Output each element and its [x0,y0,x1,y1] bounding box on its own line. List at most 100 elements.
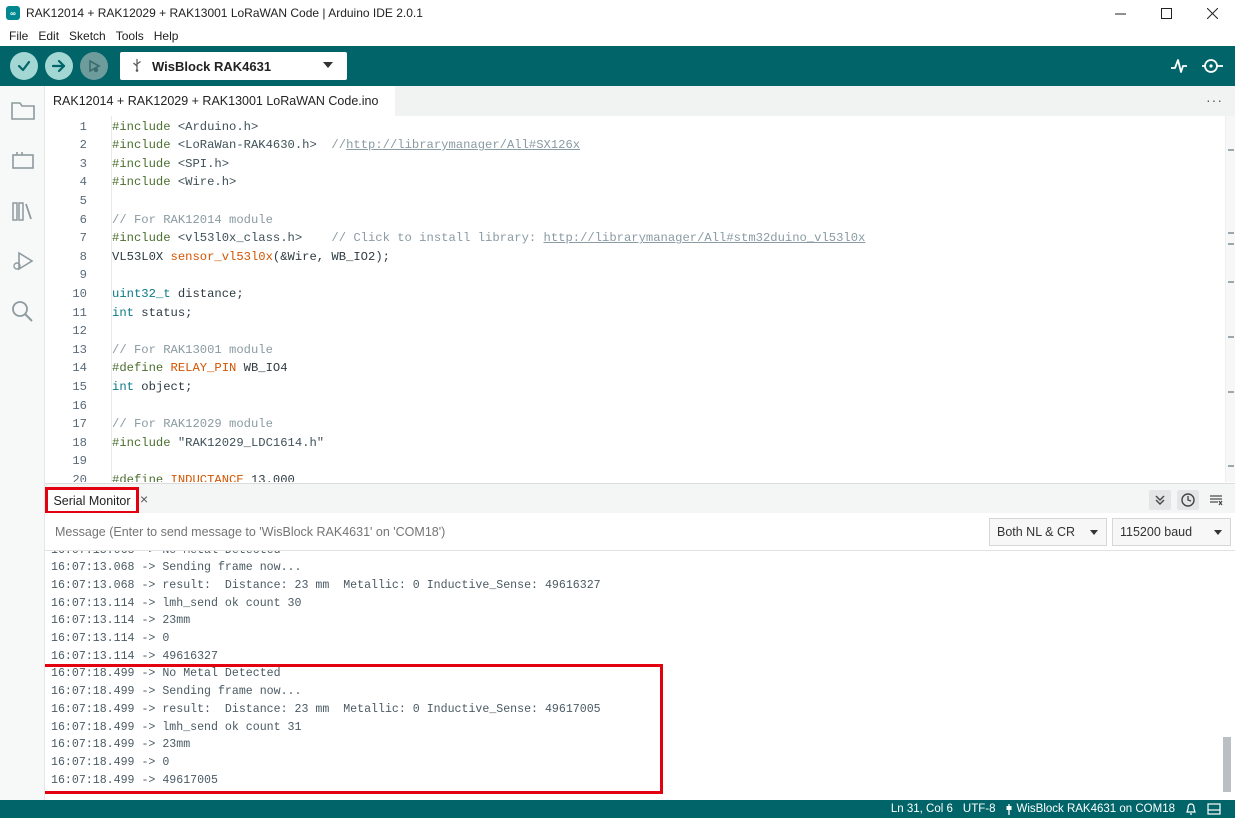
maximize-icon[interactable] [1143,0,1189,26]
close-icon[interactable] [1189,0,1235,26]
verify-button[interactable] [10,52,38,80]
code-line[interactable]: 7 #include <vl53l0x_class.h> // Click to … [45,229,1225,248]
tab-serial-monitor[interactable]: Serial Monitor [45,487,139,514]
debug-button[interactable] [80,52,108,80]
code-token: "RAK12029_LDC1614.h" [177,435,325,450]
line-number: 2 [79,138,87,153]
code-line[interactable]: 17 // For RAK12029 module [45,415,1225,434]
code-token: #define [112,361,171,376]
menu-edit[interactable]: Edit [33,29,64,43]
menu-bar: File Edit Sketch Tools Help [0,26,1235,46]
code-token: RELAY_PIN [170,361,237,376]
menu-tools[interactable]: Tools [111,29,149,43]
arduino-infinity-icon: ∞ [6,6,20,20]
code-token: #include [112,435,178,450]
code-token: VL53L0X [112,249,171,264]
tab-sketch-file[interactable]: RAK12014 + RAK12029 + RAK13001 LoRaWAN C… [45,86,395,116]
line-ending-value: Both NL & CR [997,525,1076,539]
code-token: #include [112,175,178,190]
code-line[interactable]: 20 #define INDUCTANCE 13.000 [45,471,1225,482]
board-port-status[interactable]: WisBlock RAK4631 on COM18 [1005,803,1175,815]
usb-icon [1006,803,1012,815]
code-token: int [112,379,134,394]
code-line[interactable]: 11 int status; [45,304,1225,323]
serial-output-line: 16:07:13.068 -> result: Distance: 23 mm … [51,578,601,592]
board-selector[interactable]: WisBlock RAK4631 [120,52,347,80]
line-number: 10 [72,286,87,301]
timestamp-icon[interactable] [1177,490,1199,510]
code-token: WB_IO4 [236,361,288,376]
code-line[interactable]: 8 VL53L0X sensor_vl53l0x(&Wire, WB_IO2); [45,248,1225,267]
code-line[interactable]: 16 [45,397,1225,416]
code-line[interactable]: 14 #define RELAY_PIN WB_IO4 [45,359,1225,378]
line-number: 8 [79,249,87,264]
code-token[interactable]: http://librarymanager/All#SX126x [346,138,580,152]
code-line[interactable]: 4 #include <Wire.h> [45,173,1225,192]
file-encoding[interactable]: UTF-8 [963,803,996,815]
tab-file-name: RAK12014 + RAK12029 + RAK13001 LoRaWAN C… [53,94,379,108]
autoscroll-icon[interactable] [1149,490,1171,510]
code-line[interactable]: 15 int object; [45,378,1225,397]
line-content: int status; [112,304,192,323]
menu-sketch[interactable]: Sketch [64,29,111,43]
line-content: #define INDUCTANCE 13.000 [112,471,295,482]
serial-output[interactable]: 16:07:13.068 -> No Metal Detected 16:07:1… [45,551,1235,800]
code-line[interactable]: 6 // For RAK12014 module [45,211,1225,230]
code-line[interactable]: 5 [45,192,1225,211]
line-number: 6 [79,212,87,227]
close-icon[interactable]: × [140,491,148,507]
editor-scrollbar[interactable] [1225,116,1235,482]
debug-run-icon[interactable] [9,247,37,275]
code-token: // For RAK12029 module [112,417,273,432]
line-ending-select[interactable]: Both NL & CR [989,518,1107,546]
search-icon[interactable] [9,297,37,325]
more-icon[interactable]: ··· [1206,92,1223,108]
line-content: #include <Wire.h> [112,173,236,192]
code-line[interactable]: 19 [45,452,1225,471]
code-line[interactable]: 13 // For RAK13001 module [45,341,1225,360]
menu-help[interactable]: Help [149,29,184,43]
code-token: int [112,305,134,320]
code-line[interactable]: 12 [45,322,1225,341]
scroll-marker [1228,281,1234,283]
line-number: 11 [72,305,87,320]
serial-output-line: 16:07:13.068 -> Sending frame now... [51,561,302,575]
code-token: 13.000 [243,472,295,482]
cursor-position[interactable]: Ln 31, Col 6 [891,803,953,815]
plotter-icon[interactable] [1169,56,1189,76]
serial-monitor-label: Serial Monitor [53,493,131,508]
line-content: VL53L0X sensor_vl53l0x(&Wire, WB_IO2); [112,248,390,267]
folder-icon[interactable] [9,96,37,124]
scroll-marker [1228,149,1234,151]
panel-toggle-icon[interactable] [1207,803,1221,815]
code-line[interactable]: 3 #include <SPI.h> [45,155,1225,174]
code-token: // For RAK12014 module [112,212,273,227]
line-content: // For RAK12014 module [112,211,273,230]
upload-button[interactable] [45,52,73,80]
code-token: sensor_vl53l0x [170,249,273,264]
serial-monitor-icon[interactable] [1201,56,1225,76]
line-number: 17 [72,417,87,432]
code-editor[interactable]: 1 #include <Arduino.h> 2 #include <LoRaWan-… [45,116,1235,482]
code-token: #define [112,472,171,482]
baud-rate-select[interactable]: 115200 baud [1112,518,1231,546]
library-icon[interactable] [9,197,37,225]
code-token: object; [133,379,193,394]
code-line[interactable]: 1 #include <Arduino.h> [45,118,1225,137]
board-port-label: WisBlock RAK4631 on COM18 [1016,803,1175,815]
menu-file[interactable]: File [4,29,33,43]
boards-manager-icon[interactable] [9,147,37,175]
code-token[interactable]: http://librarymanager/All#stm32duino_vl5… [544,231,866,245]
code-line[interactable]: 18 #include "RAK12029_LDC1614.h" [45,434,1225,453]
bell-icon[interactable] [1185,802,1197,816]
serial-message-input[interactable] [45,517,975,547]
title-bar: ∞ RAK12014 + RAK12029 + RAK13001 LoRaWAN… [0,0,1235,26]
line-content: #define RELAY_PIN WB_IO4 [112,359,288,378]
minimize-icon[interactable] [1097,0,1143,26]
code-line[interactable]: 2 #include <LoRaWan-RAK4630.h> //http://l… [45,136,1225,155]
code-line[interactable]: 10 uint32_t distance; [45,285,1225,304]
clear-output-icon[interactable] [1205,490,1227,510]
code-line[interactable]: 9 [45,266,1225,285]
output-scrollbar-thumb[interactable] [1223,737,1231,792]
line-number: 20 [72,472,87,482]
